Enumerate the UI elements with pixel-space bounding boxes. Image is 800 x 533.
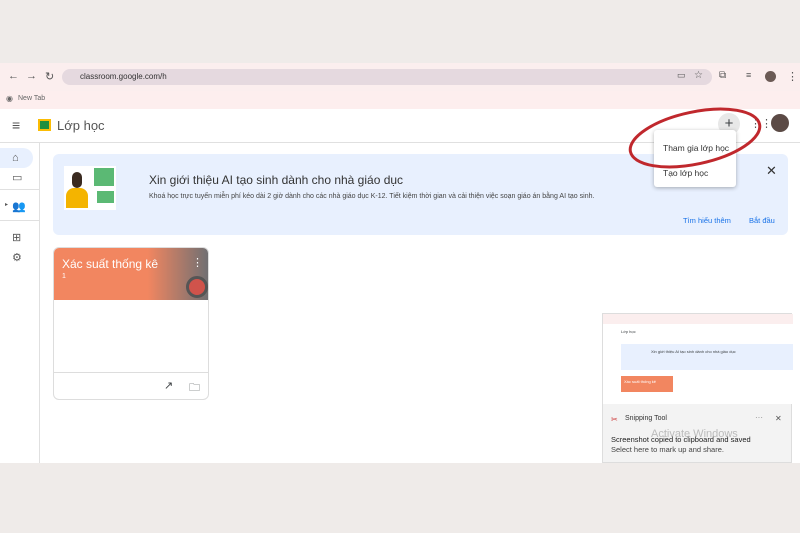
- folder-icon[interactable]: 🗀: [189, 379, 200, 398]
- cast-icon[interactable]: ▭: [677, 70, 686, 81]
- preview-card: Xác suất thống kê: [624, 379, 657, 384]
- toast-action[interactable]: Select here to mark up and share.: [611, 445, 724, 454]
- back-icon[interactable]: ←: [8, 70, 19, 82]
- snipping-tool-icon: ✂: [611, 415, 618, 424]
- learn-more-link[interactable]: Tìm hiểu thêm: [683, 216, 731, 225]
- screenshot-preview: Lớp học Xin giới thiệu AI tạo sinh dành …: [603, 314, 793, 404]
- banner-title: Xin giới thiệu AI tạo sinh dành cho nhà …: [149, 173, 404, 187]
- forward-icon[interactable]: →: [26, 70, 37, 82]
- home-icon: ⌂: [12, 152, 19, 164]
- toast-close-icon[interactable]: ✕: [775, 414, 782, 423]
- calendar-icon[interactable]: ▭: [12, 171, 22, 184]
- start-link[interactable]: Bắt đầu: [749, 216, 775, 225]
- media-icon[interactable]: ≡: [746, 70, 751, 80]
- class-card[interactable]: Xác suất thống kê 1 ⋮ ↗ 🗀: [53, 247, 209, 400]
- hamburger-icon[interactable]: ≡: [12, 117, 20, 133]
- reload-icon[interactable]: ↻: [45, 70, 54, 83]
- star-icon[interactable]: ☆: [694, 70, 703, 81]
- class-title[interactable]: Xác suất thống kê: [62, 257, 158, 271]
- profile-avatar[interactable]: [765, 71, 776, 82]
- app-title[interactable]: Lớp học: [57, 118, 105, 133]
- preview-title: Lớp học: [621, 329, 636, 334]
- enrolled-icon[interactable]: 👥: [12, 200, 26, 213]
- browser-toolbar: ← → ↻ classroom.google.com/h ▭ ☆ ⧉ ≡ ⋮: [0, 63, 800, 91]
- class-avatar: [186, 276, 208, 298]
- sidebar: ⌂ ▭ ▸ 👥 ⊞ ⚙: [0, 143, 40, 463]
- more-icon[interactable]: ···: [755, 413, 763, 422]
- address-bar[interactable]: classroom.google.com/h: [62, 69, 712, 85]
- settings-icon[interactable]: ⚙: [12, 251, 22, 264]
- promo-illustration: [64, 166, 116, 210]
- url-text: classroom.google.com/h: [80, 72, 167, 81]
- menu-icon[interactable]: ⋮: [787, 70, 798, 83]
- archive-icon[interactable]: ⊞: [12, 231, 21, 244]
- toast-message: Screenshot copied to clipboard and saved: [611, 435, 751, 444]
- globe-icon: ◉: [6, 94, 13, 103]
- snipping-tool-notification[interactable]: Lớp học Xin giới thiệu AI tạo sinh dành …: [602, 313, 793, 463]
- banner-description: Khoá học trực tuyến miễn phí kéo dài 2 g…: [149, 193, 595, 200]
- toast-app-name: Snipping Tool: [625, 415, 667, 422]
- bookmark-new-tab[interactable]: New Tab: [18, 95, 45, 102]
- extensions-icon[interactable]: ⧉: [719, 70, 726, 81]
- expand-icon[interactable]: ▸: [5, 201, 8, 208]
- preview-banner: Xin giới thiệu AI tạo sinh dành cho nhà …: [651, 349, 736, 354]
- class-card-header[interactable]: Xác suất thống kê 1 ⋮: [54, 248, 208, 300]
- more-options-icon[interactable]: ⋮: [192, 256, 203, 269]
- trending-icon[interactable]: ↗: [164, 379, 173, 392]
- classroom-logo: [38, 119, 51, 131]
- red-circle-annotation: [628, 107, 762, 169]
- class-section: 1: [62, 273, 66, 280]
